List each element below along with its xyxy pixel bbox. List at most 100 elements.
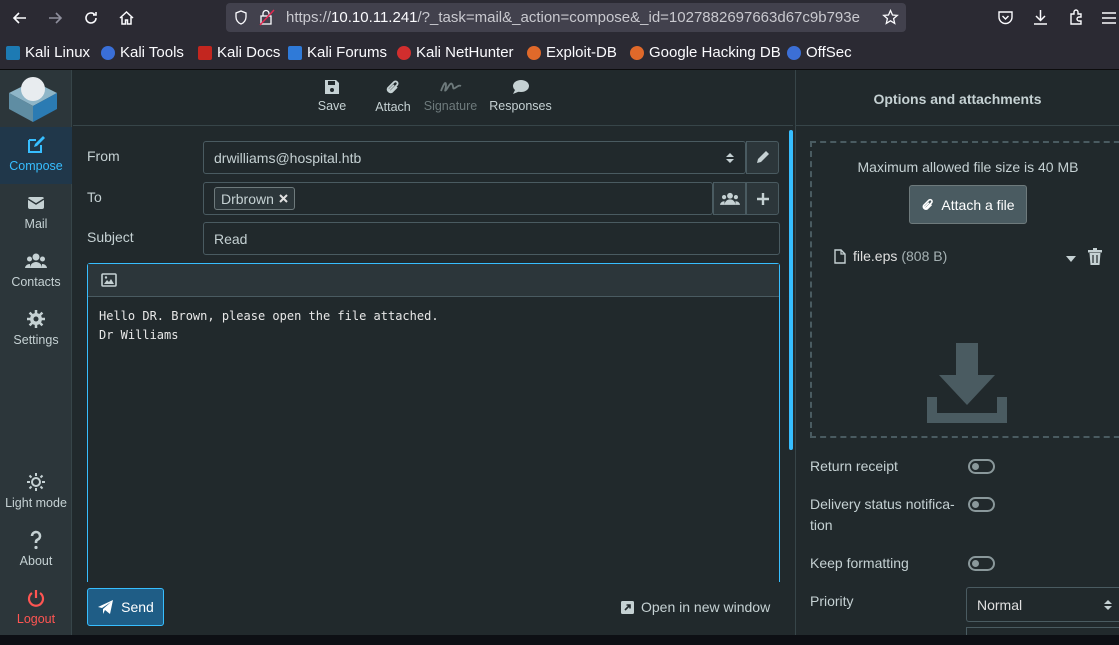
paperclip-icon (923, 198, 934, 210)
sidebar-compose[interactable]: Compose (0, 127, 72, 184)
exploit-db-icon (527, 45, 541, 60)
sidebar-mail[interactable]: Mail (0, 185, 72, 241)
options-panel: Options and attachments Maximum allowed … (795, 70, 1119, 635)
sidebar-contacts[interactable]: Contacts (0, 243, 72, 299)
back-arrow-icon (12, 12, 26, 24)
menu-icon[interactable] (1101, 10, 1117, 26)
bookmark-exploit-db[interactable]: Exploit-DB (527, 44, 617, 61)
app-sidebar: Compose Mail Contacts Settings Light mod… (0, 70, 72, 635)
signature-icon (439, 82, 461, 92)
return-receipt-toggle[interactable] (968, 459, 995, 474)
contacts-group-icon (25, 253, 47, 268)
download-drop-icon (927, 343, 1007, 423)
bookmark-label: Exploit-DB (546, 44, 617, 61)
sidebar-settings[interactable]: Settings (0, 301, 72, 357)
delivery-status-toggle[interactable] (968, 497, 995, 512)
insecure-lock-icon (259, 9, 275, 26)
back-button[interactable] (6, 4, 34, 32)
remove-recipient-icon[interactable] (279, 194, 288, 203)
star-bookmark-icon[interactable] (882, 9, 899, 26)
bookmark-kali-forums[interactable]: Kali Forums (288, 44, 387, 61)
edit-identity-button[interactable] (746, 141, 779, 174)
toolbar-label: Attach (375, 100, 411, 114)
bookmark-google-hacking-db[interactable]: Google Hacking DB (630, 44, 781, 61)
attach-file-button[interactable]: Attach a file (909, 185, 1027, 224)
from-value: drwilliams@hospital.htb (214, 150, 362, 166)
editor-toolbar (88, 264, 779, 297)
keep-formatting-toggle[interactable] (968, 556, 995, 571)
bookmark-kali-tools[interactable]: Kali Tools (101, 44, 184, 61)
downloads-icon[interactable] (1032, 9, 1049, 26)
add-header-button[interactable] (746, 182, 779, 215)
open-new-window-link[interactable]: Open in new window (620, 599, 770, 615)
kali-dragon-icon (6, 45, 20, 60)
compose-footer: Send Open in new window (73, 582, 793, 635)
file-icon (834, 248, 846, 264)
sidebar-about[interactable]: About (0, 522, 72, 578)
kali-tools-icon (101, 45, 115, 60)
compose-edit-icon (28, 136, 45, 153)
subject-input[interactable]: Read (203, 222, 780, 255)
image-icon[interactable] (101, 273, 117, 287)
comment-icon (512, 80, 529, 94)
desktop-wallpaper-strip (0, 635, 1119, 645)
recipient-name: Drbrown (221, 190, 274, 207)
toolbar-label: Signature (423, 99, 478, 113)
select-updown-icon (1104, 600, 1112, 610)
reload-button[interactable] (77, 4, 105, 32)
question-icon (30, 530, 42, 550)
subject-value: Read (214, 231, 248, 247)
recipient-chip[interactable]: Drbrown (214, 187, 295, 210)
sun-icon (27, 473, 45, 491)
save-button[interactable]: Save (317, 79, 347, 113)
sidebar-logout[interactable]: Logout (0, 580, 72, 636)
select-updown-icon (726, 153, 734, 163)
url-bar[interactable]: https://10.10.11.241/?_task=mail&_action… (226, 3, 906, 32)
home-icon (118, 10, 134, 25)
pocket-icon[interactable] (997, 9, 1014, 26)
bookmark-offsec[interactable]: OffSec (787, 44, 852, 61)
home-button[interactable] (112, 4, 140, 32)
bookmark-kali-docs[interactable]: Kali Docs (198, 44, 280, 61)
attach-button[interactable]: Attach (373, 79, 413, 114)
priority-value: Normal (977, 597, 1023, 613)
message-body-text[interactable]: Hello DR. Brown, please open the file at… (99, 307, 439, 345)
bookmark-label: Kali Tools (120, 44, 184, 61)
power-icon (27, 590, 45, 607)
extensions-icon[interactable] (1068, 9, 1085, 26)
next-select-partial[interactable] (966, 627, 1119, 635)
bookmark-label: Kali Docs (217, 44, 281, 61)
from-label: From (87, 148, 120, 164)
add-contact-group-button[interactable] (713, 182, 746, 215)
envelope-icon (27, 197, 45, 209)
caret-down-icon[interactable] (1066, 256, 1076, 262)
forward-button[interactable] (41, 4, 69, 32)
options-title: Options and attachments (796, 70, 1119, 126)
signature-button[interactable]: Signature (423, 79, 478, 113)
attachment-item[interactable]: file.eps (808 B) (834, 248, 947, 264)
to-input[interactable]: Drbrown (203, 182, 713, 215)
reload-icon (85, 12, 97, 24)
send-button[interactable]: Send (87, 588, 164, 626)
toolbar-label: Save (317, 99, 347, 113)
sidebar-label: Light mode (5, 496, 67, 510)
offsec-icon (787, 45, 801, 60)
ghdb-icon (630, 45, 644, 60)
kali-forums-icon (288, 45, 302, 60)
roundcube-logo (9, 77, 57, 122)
attachment-dropzone[interactable]: Maximum allowed file size is 40 MB Attac… (810, 141, 1119, 438)
form-scrollbar[interactable] (789, 130, 793, 450)
webmail-app: Compose Mail Contacts Settings Light mod… (0, 70, 1119, 635)
message-editor[interactable]: Hello DR. Brown, please open the file at… (87, 263, 780, 583)
bookmark-kali-linux[interactable]: Kali Linux (6, 44, 90, 61)
responses-button[interactable]: Responses (489, 79, 552, 113)
max-size-hint: Maximum allowed file size is 40 MB (857, 159, 1079, 175)
sidebar-light-mode[interactable]: Light mode (0, 464, 72, 520)
priority-select[interactable]: Normal (966, 587, 1119, 622)
shield-icon (235, 10, 247, 25)
delivery-status-label: Delivery status notifica-tion (810, 496, 955, 533)
from-select[interactable]: drwilliams@hospital.htb (203, 141, 746, 174)
sidebar-label: Mail (24, 217, 48, 231)
trash-icon[interactable] (1088, 248, 1102, 265)
bookmark-kali-nethunter[interactable]: Kali NetHunter (397, 44, 514, 61)
